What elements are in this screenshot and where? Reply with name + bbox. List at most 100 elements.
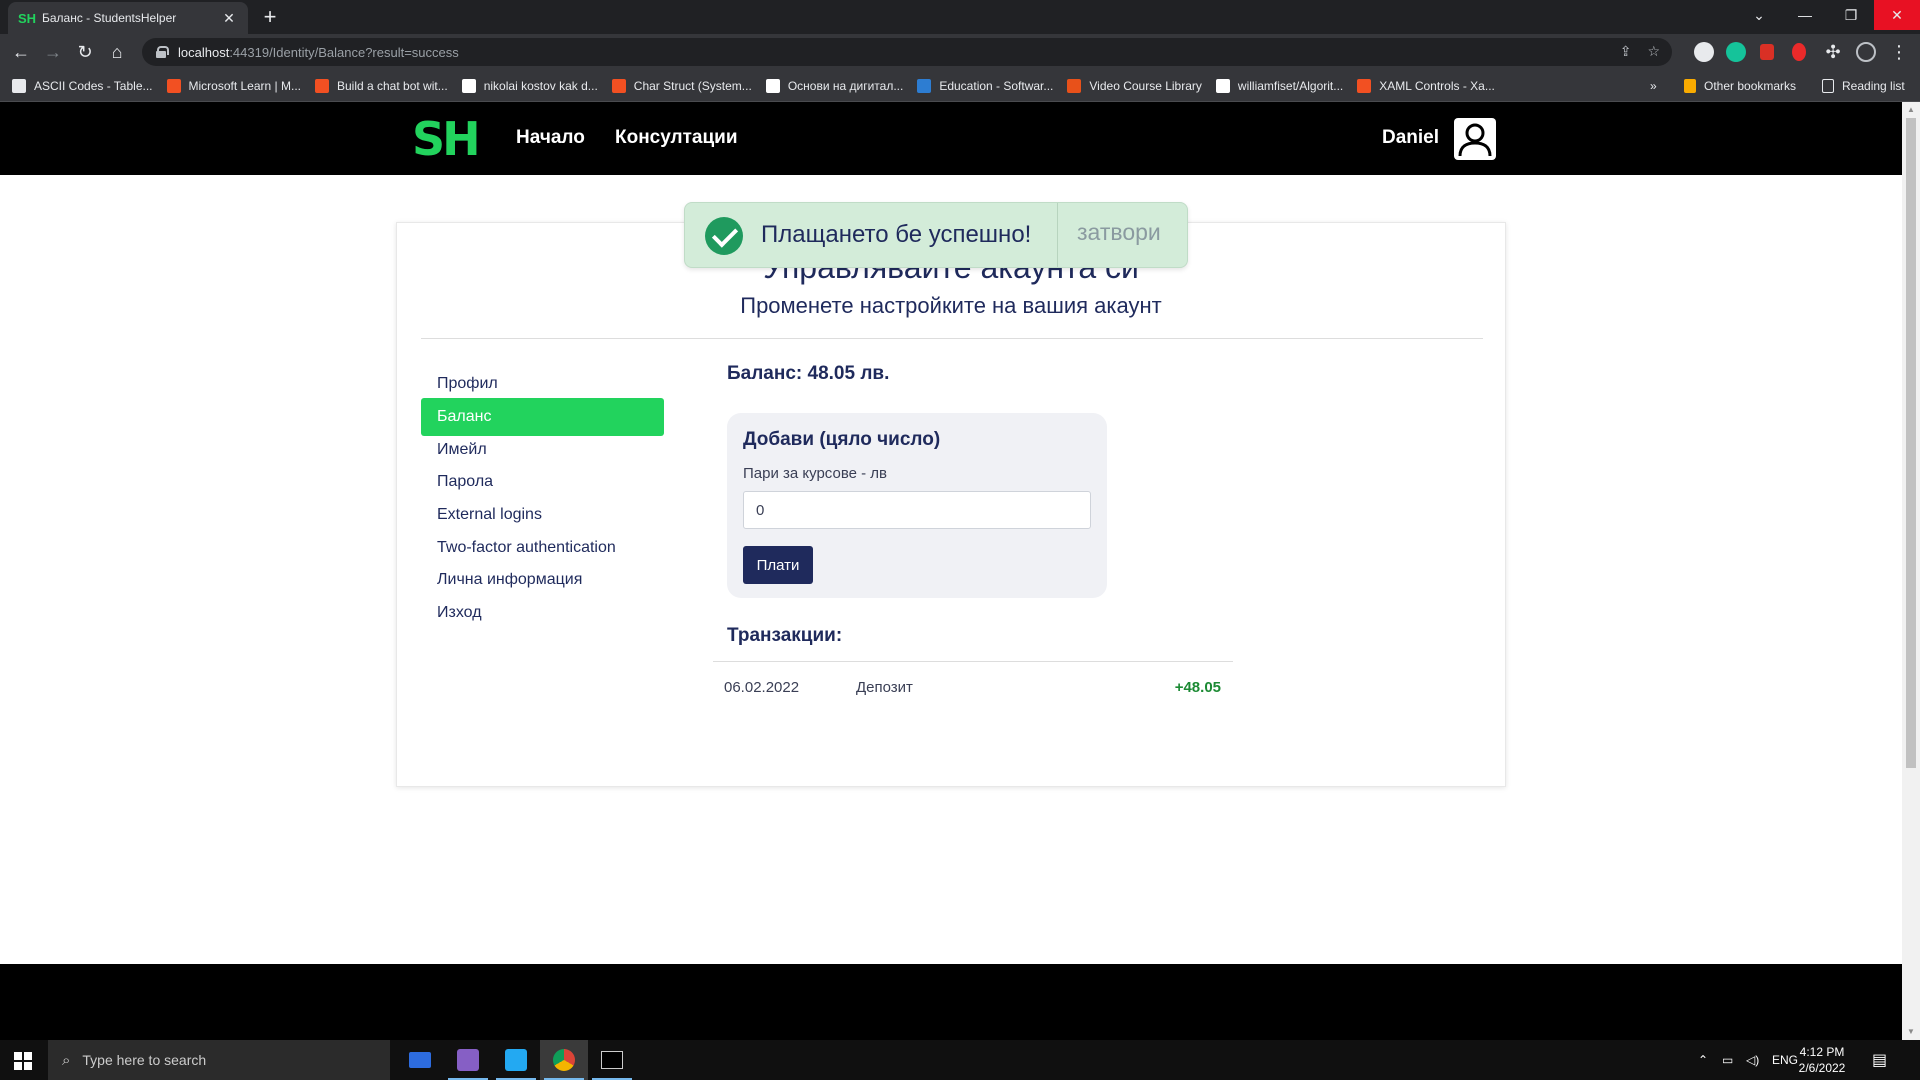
bookmark-favicon-icon	[917, 78, 932, 93]
bookmark-item[interactable]: XAML Controls - Xa...	[1357, 78, 1495, 93]
menu-kebab-icon[interactable]: ⋮	[1886, 39, 1912, 65]
adblock-extension-icon[interactable]	[1792, 43, 1806, 61]
bookmark-item[interactable]: Education - Softwar...	[917, 78, 1054, 93]
clock-time: 4:12 PM	[1799, 1045, 1845, 1059]
bookmark-favicon-icon	[314, 78, 329, 93]
site-logo[interactable]: SH	[412, 112, 481, 166]
tray-chevron-icon[interactable]: ⌃	[1698, 1040, 1708, 1080]
bookmark-item[interactable]: Video Course Library	[1067, 78, 1202, 93]
add-funds-title: Добави (цяло число)	[743, 429, 941, 450]
windows-start-icon[interactable]	[14, 1052, 32, 1070]
user-avatar-icon[interactable]	[1454, 118, 1496, 160]
bookmark-label: Education - Softwar...	[939, 78, 1054, 93]
account-card: Управлявайте акаунта си Променете настро…	[396, 222, 1506, 787]
new-tab-icon[interactable]: +	[256, 6, 284, 28]
tab-favicon: SH	[18, 10, 37, 26]
bookmark-star-icon[interactable]: ☆	[1647, 43, 1660, 60]
visual-studio-icon[interactable]	[444, 1040, 492, 1080]
nav-home-link[interactable]: Начало	[516, 127, 585, 149]
console-icon[interactable]	[588, 1040, 636, 1080]
bookmark-favicon-icon	[461, 78, 476, 93]
bookmark-item[interactable]: williamfiset/Algorit...	[1215, 78, 1343, 93]
bookmark-item[interactable]: Microsoft Learn | M...	[166, 78, 301, 93]
amount-input[interactable]	[743, 491, 1091, 529]
forward-icon[interactable]: →	[40, 39, 66, 65]
vscode-icon[interactable]	[492, 1040, 540, 1080]
taskbar-clock[interactable]: 4:12 PM 2/6/2022	[1792, 1044, 1852, 1076]
share-icon[interactable]: ⇪	[1620, 43, 1632, 60]
transactions-heading: Транзакции:	[727, 625, 843, 646]
clock-date: 2/6/2022	[1798, 1061, 1846, 1075]
more-bookmarks-icon[interactable]: »	[1650, 70, 1657, 102]
browser-tab[interactable]: SH Баланс - StudentsHelper ✕	[8, 2, 248, 34]
chrome-icon[interactable]	[540, 1040, 588, 1080]
other-bookmarks-label: Other bookmarks	[1704, 79, 1797, 93]
bookmark-label: Build a chat bot wit...	[336, 78, 448, 93]
amount-label: Пари за курсове - лв	[743, 465, 888, 482]
toast-close-button[interactable]: затвори	[1077, 219, 1161, 246]
notifications-icon[interactable]: ▤	[1872, 1040, 1887, 1080]
nav-username[interactable]: Daniel	[1382, 127, 1439, 149]
network-icon[interactable]: ▭	[1722, 1040, 1733, 1080]
restore-icon[interactable]: ❐	[1828, 0, 1874, 30]
bookmark-label: Char Struct (System...	[633, 78, 752, 93]
pay-button[interactable]: Плати	[743, 546, 813, 584]
volume-icon[interactable]: ◁)	[1746, 1040, 1759, 1080]
scrollbar-thumb[interactable]	[1906, 118, 1916, 768]
folder-icon	[1684, 79, 1696, 93]
bookmark-label: XAML Controls - Xa...	[1379, 78, 1495, 93]
bookmark-label: ASCII Codes - Table...	[34, 78, 153, 93]
toast-separator	[1057, 203, 1058, 267]
transaction-amount: +48.05	[1174, 679, 1221, 696]
extensions-puzzle-icon[interactable]: ✣	[1820, 39, 1846, 65]
browser-titlebar: SH Баланс - StudentsHelper ✕ + ⌄ — ❐ ✕	[0, 0, 1920, 34]
page-viewport: SH Начало Консултации Daniel Управлявайт…	[0, 102, 1902, 1040]
transaction-date: 06.02.2022	[724, 679, 800, 696]
taskbar-search[interactable]: ⌕ Type here to search	[48, 1040, 390, 1080]
reading-list[interactable]: Reading list	[1822, 70, 1905, 102]
minimize-icon[interactable]: —	[1782, 0, 1828, 30]
window-close-icon[interactable]: ✕	[1874, 0, 1920, 30]
reload-icon[interactable]: ↻	[72, 39, 98, 65]
lock-icon[interactable]	[156, 46, 169, 58]
bookmark-item[interactable]: nikolai kostov kak d...	[461, 78, 598, 93]
bookmark-item[interactable]: Основи на дигитал...	[765, 78, 903, 93]
header-divider	[421, 338, 1483, 339]
page-scrollbar[interactable]: ▲ ▼	[1902, 102, 1920, 1040]
bookmark-favicon-icon	[611, 78, 626, 93]
other-bookmarks[interactable]: Other bookmarks	[1684, 70, 1796, 102]
bookmark-label: Microsoft Learn | M...	[188, 78, 301, 93]
nav-consultations-link[interactable]: Консултации	[615, 127, 738, 149]
bookmark-favicon-icon	[1357, 78, 1372, 93]
profile-extension-icon[interactable]	[1694, 42, 1714, 62]
tab-close-icon[interactable]: ✕	[220, 10, 238, 27]
toast-message: Плащането бе успешно!	[761, 221, 1032, 248]
pdf-extension-icon[interactable]	[1760, 44, 1774, 60]
bookmark-favicon-icon	[765, 78, 780, 93]
terminal-app-icon[interactable]	[396, 1040, 444, 1080]
bookmark-item[interactable]: Build a chat bot wit...	[314, 78, 448, 93]
scroll-up-icon[interactable]: ▲	[1906, 105, 1916, 115]
reading-list-label: Reading list	[1842, 79, 1905, 93]
address-bar[interactable]: localhost :44319/Identity/Balance?result…	[142, 38, 1672, 66]
site-footer	[0, 964, 1902, 1040]
sidebar-item[interactable]: Изход	[421, 594, 664, 632]
site-navbar: SH Начало Консултации Daniel	[0, 102, 1902, 175]
scroll-down-icon[interactable]: ▼	[1906, 1027, 1916, 1037]
tab-title: Баланс - StudentsHelper	[42, 11, 177, 25]
transactions-divider	[713, 661, 1233, 662]
home-icon[interactable]: ⌂	[104, 39, 130, 65]
back-icon[interactable]: ←	[8, 39, 34, 65]
account-icon[interactable]	[1856, 42, 1876, 62]
bookmark-item[interactable]: ASCII Codes - Table...	[12, 78, 153, 93]
transaction-type: Депозит	[856, 679, 913, 696]
grammarly-extension-icon[interactable]	[1726, 42, 1746, 62]
search-placeholder: Type here to search	[82, 1052, 207, 1068]
bookmarks-bar: ASCII Codes - Table... Microsoft Learn | …	[0, 70, 1920, 102]
tab-search-icon[interactable]: ⌄	[1736, 0, 1782, 30]
bookmark-label: nikolai kostov kak d...	[483, 78, 598, 93]
bookmark-favicon-icon	[12, 78, 26, 93]
bookmark-label: Video Course Library	[1089, 78, 1202, 93]
bookmark-item[interactable]: Char Struct (System...	[611, 78, 752, 93]
windows-taskbar: ⌕ Type here to search ⌃ ▭ ◁) ENG 4:12 PM…	[0, 1040, 1920, 1080]
